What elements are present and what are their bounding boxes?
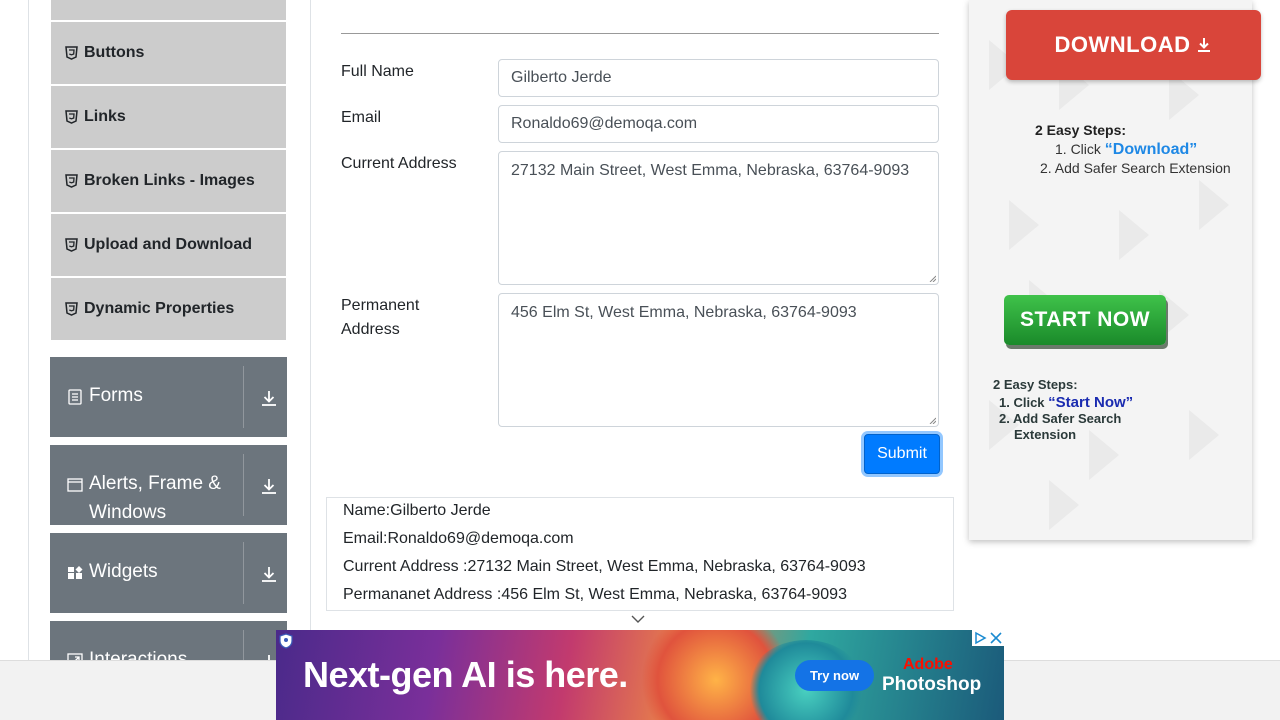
sidebar-item-label: Upload and Download (84, 236, 252, 253)
form-divider (341, 33, 939, 34)
download-label: DOWNLOAD (1054, 32, 1191, 57)
step-keyword: “Download” (1104, 141, 1198, 158)
ad-choices[interactable] (972, 630, 1004, 646)
html5-icon (65, 46, 78, 60)
current-address-textarea[interactable]: 27132 Main Street, West Emma, Nebraska, … (498, 151, 939, 285)
right-side-ad[interactable] (969, 0, 1252, 540)
permanent-address-label-line2: Address (341, 321, 400, 338)
sidebar-item-partial[interactable] (51, 0, 286, 20)
step-keyword: “Start Now” (1048, 394, 1134, 411)
download-arrow-icon[interactable] (260, 477, 278, 495)
widgets-icon (68, 566, 83, 579)
steps-item-1: 1. Click “Start Now” (993, 395, 1133, 411)
step-text: 1. Click (1055, 141, 1105, 157)
sidebar-group-alerts-frame-windows[interactable]: Alerts, Frame & Windows (50, 445, 287, 525)
output-email: Email:Ronaldo69@demoqa.com (343, 530, 574, 547)
download-icon (1198, 38, 1211, 52)
steps-heading: 2 Easy Steps: (1035, 122, 1127, 138)
output-current-address: Current Address :27132 Main Street, West… (343, 558, 866, 575)
steps-heading: 2 Easy Steps: (993, 377, 1078, 392)
document-icon (68, 389, 82, 405)
permanent-address-textarea[interactable]: 456 Elm St, West Emma, Nebraska, 63764-9… (498, 293, 939, 427)
output-permanent-address: Permananet Address :456 Elm St, West Emm… (343, 586, 847, 603)
sidebar-item-label: Buttons (84, 44, 145, 61)
full-name-input[interactable]: Gilberto Jerde (498, 59, 939, 97)
banner-try-now-button[interactable]: Try now (795, 660, 874, 691)
ad-steps-download: 2 Easy Steps: 1. Click “Download” 2. Add… (1035, 121, 1231, 178)
html5-icon (65, 238, 78, 252)
download-arrow-icon[interactable] (260, 565, 278, 583)
email-input[interactable]: Ronaldo69@demoqa.com (498, 105, 939, 143)
sidebar-item-upload-download[interactable]: Upload and Download (51, 214, 286, 276)
steps-item-2-line1: 2. Add Safer Search (999, 411, 1122, 426)
group-label: Forms (89, 385, 143, 406)
sidebar-item-broken-links[interactable]: Broken Links - Images (51, 150, 286, 212)
bottom-banner-ad[interactable]: Next-gen AI is here. Try now Adobe Photo… (276, 630, 1004, 720)
output-name: Name:Gilberto Jerde (343, 502, 491, 519)
group-label-line2: Windows (89, 502, 167, 523)
group-divider (243, 542, 244, 604)
sidebar-item-dynamic-properties[interactable]: Dynamic Properties (51, 278, 286, 340)
permanent-address-label-line1: Permanent (341, 297, 420, 314)
steps-item-1: 1. Click “Download” (1035, 140, 1231, 159)
group-divider (243, 454, 244, 516)
download-arrow-icon[interactable] (260, 389, 278, 407)
sidebar-item-links[interactable]: Links (51, 86, 286, 148)
banner-brand-line1: Adobe (903, 656, 953, 673)
full-name-label: Full Name (341, 63, 414, 80)
ad-background-pattern (989, 40, 1229, 530)
current-address-value: 27132 Main Street, West Emma, Nebraska, … (511, 162, 910, 179)
chevron-down-icon[interactable] (631, 614, 645, 624)
ad-info-icon[interactable] (972, 630, 988, 646)
sidebar-group-forms[interactable]: Forms (50, 357, 287, 437)
close-icon[interactable] (988, 630, 1004, 646)
step-text: 1. Click (999, 395, 1049, 410)
permanent-address-value: 456 Elm St, West Emma, Nebraska, 63764-9… (511, 304, 857, 321)
ad-start-now-button[interactable]: START NOW (1004, 295, 1166, 345)
banner-brand-line2: Photoshop (882, 674, 982, 695)
submit-button[interactable]: Submit (864, 434, 940, 474)
resize-grip-icon[interactable] (929, 275, 936, 282)
sidebar-item-label: Links (84, 108, 126, 125)
output-box: Name:Gilberto Jerde Email:Ronaldo69@demo… (326, 497, 954, 611)
html5-icon (65, 302, 78, 316)
group-divider (243, 366, 244, 428)
group-label-line1: Alerts, Frame & (89, 473, 221, 494)
banner-headline: Next-gen AI is here. (303, 654, 628, 695)
sidebar-item-label: Broken Links - Images (84, 172, 255, 189)
ad-steps-start: 2 Easy Steps: 1. Click “Start Now” 2. Ad… (993, 377, 1133, 443)
resize-grip-icon[interactable] (929, 417, 936, 424)
ad-download-button[interactable]: DOWNLOAD (1006, 10, 1261, 80)
sidebar-item-label: Dynamic Properties (84, 300, 235, 317)
page: Buttons Links Broken Links - Images Uplo… (0, 0, 1280, 720)
steps-item-2-line2: Extension (1014, 427, 1077, 442)
shield-icon (279, 633, 293, 649)
sidebar-group-widgets[interactable]: Widgets (50, 533, 287, 613)
current-address-label: Current Address (341, 155, 457, 172)
group-label: Widgets (89, 561, 158, 582)
email-label: Email (341, 109, 382, 126)
sidebar-item-buttons[interactable]: Buttons (51, 22, 286, 84)
steps-item-2: 2. Add Safer Search Extension (1040, 160, 1231, 176)
html5-icon (65, 174, 78, 188)
window-icon (67, 478, 83, 492)
html5-icon (65, 110, 78, 124)
